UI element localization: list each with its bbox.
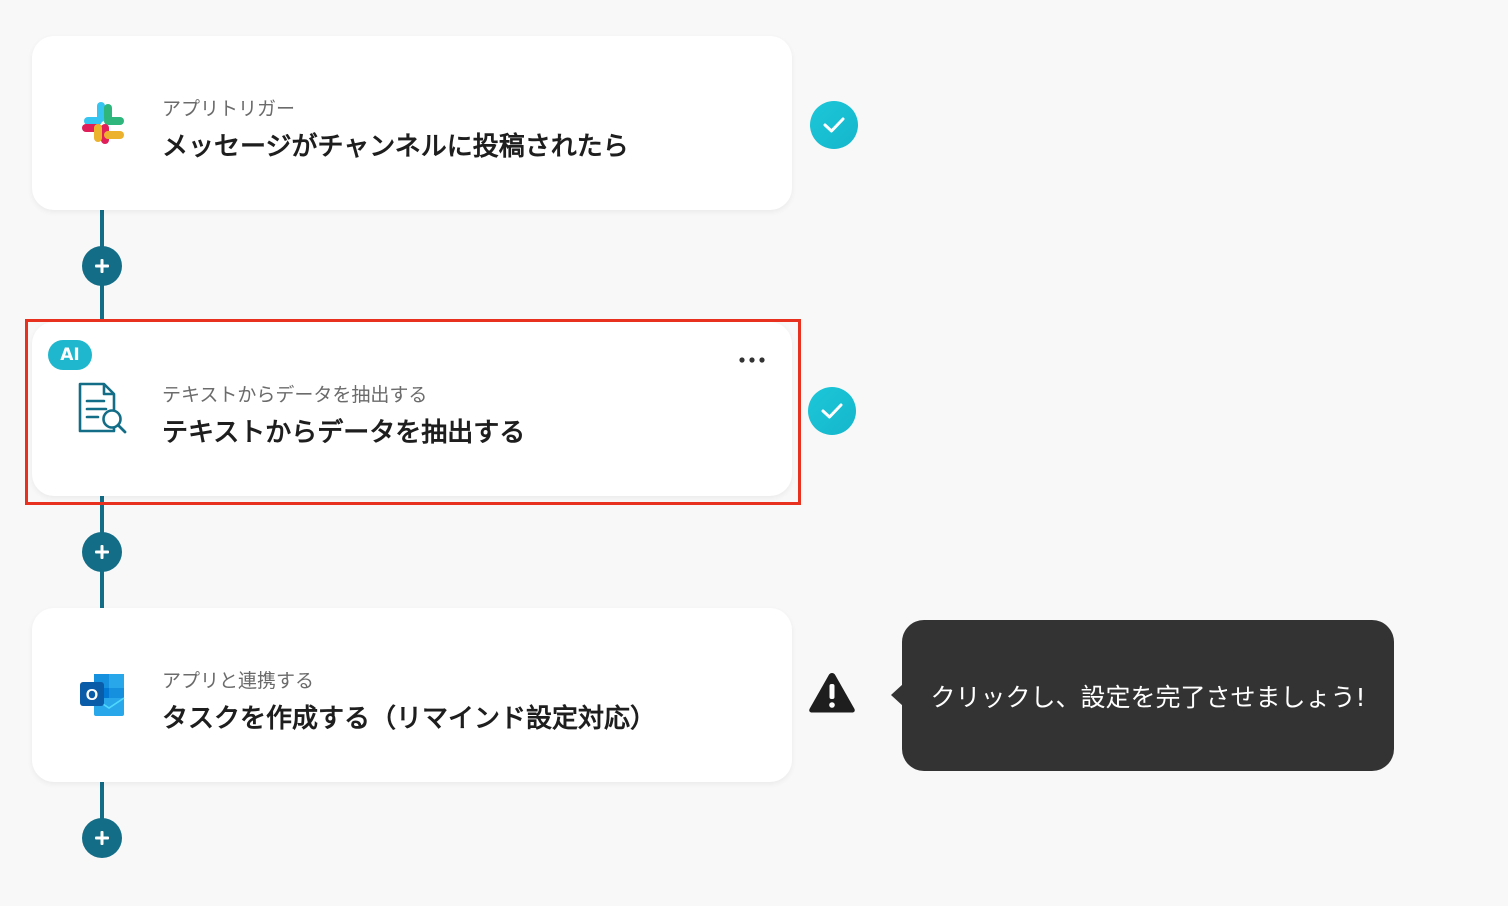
step-title: タスクを作成する（リマインド設定対応） [162, 704, 657, 734]
tooltip: クリックし、設定を完了させましょう! [891, 620, 1394, 771]
ai-badge: AI [48, 340, 92, 370]
outlook-icon: O [76, 668, 130, 722]
slack-icon [76, 96, 130, 150]
step-status [809, 100, 859, 150]
check-circle-icon [810, 101, 858, 149]
document-search-icon [76, 382, 130, 436]
flow-step-card[interactable]: アプリトリガー メッセージがチャンネルに投稿されたら [32, 36, 792, 210]
plus-icon [95, 831, 109, 845]
tooltip-text: クリックし、設定を完了させましょう! [930, 682, 1366, 712]
step-title: テキストからデータを抽出する [162, 418, 526, 448]
plus-icon [95, 545, 109, 559]
step-type-label: アプリと連携する [162, 670, 315, 692]
step-type-label: テキストからデータを抽出する [162, 384, 428, 406]
step-title: メッセージがチャンネルに投稿されたら [162, 132, 629, 162]
more-options-button[interactable] [734, 348, 770, 372]
check-circle-icon [808, 387, 856, 435]
add-step-button[interactable] [82, 818, 122, 858]
step-status [807, 668, 857, 718]
step-status [807, 386, 857, 436]
flow-step-card[interactable]: O アプリと連携する タスクを作成する（リマインド設定対応） [32, 608, 792, 782]
add-step-button[interactable] [82, 246, 122, 286]
svg-text:O: O [86, 687, 98, 704]
step-type-label: アプリトリガー [162, 98, 296, 120]
plus-icon [95, 259, 109, 273]
flow-step-card[interactable]: AI テキストからデータを抽出する テキストからデータを抽出する [32, 322, 792, 496]
flow-connector [100, 782, 104, 822]
ellipsis-icon [739, 357, 765, 363]
add-step-button[interactable] [82, 532, 122, 572]
warning-icon [809, 673, 855, 713]
